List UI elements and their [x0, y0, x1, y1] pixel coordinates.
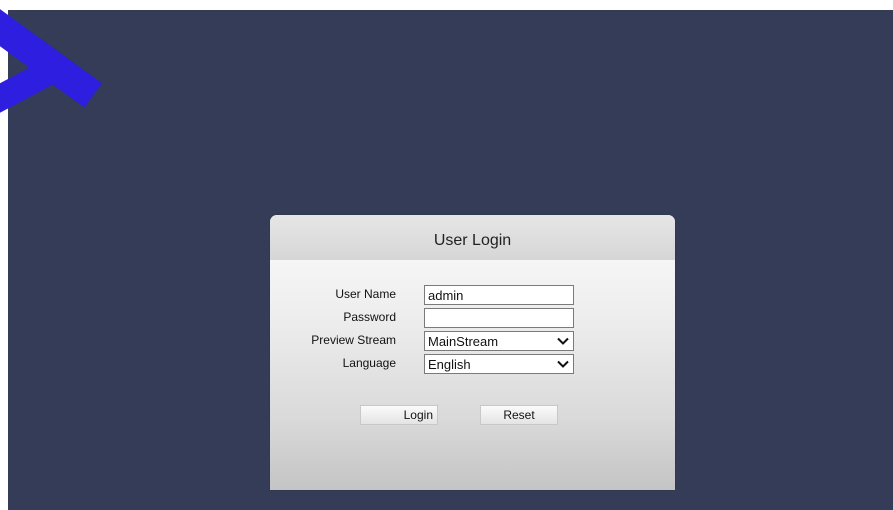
password-label: Password [343, 310, 396, 324]
login-title: User Login [433, 231, 512, 249]
watermark-mark [0, 61, 54, 127]
username-label: User Name [335, 287, 396, 301]
language-label: Language [342, 356, 396, 370]
preview-stream-label: Preview Stream [311, 333, 396, 347]
login-button[interactable]: Login [360, 405, 438, 425]
preview-stream-select[interactable]: MainStream [424, 331, 574, 351]
preview-stream-row: Preview Stream MainStream [270, 331, 675, 351]
password-input[interactable] [424, 308, 574, 328]
chevron-down-icon [557, 360, 569, 368]
password-row: Password [270, 308, 675, 328]
language-value: English [428, 356, 471, 372]
preview-stream-value: MainStream [428, 333, 499, 349]
login-panel: User Login User Name Password Preview St… [270, 215, 675, 490]
language-select[interactable]: English [424, 354, 574, 374]
username-input[interactable] [424, 285, 574, 305]
login-panel-header: User Login [270, 215, 675, 260]
chevron-down-icon [557, 337, 569, 345]
reset-button[interactable]: Reset [480, 405, 558, 425]
language-row: Language English [270, 354, 675, 374]
username-row: User Name [270, 285, 675, 305]
